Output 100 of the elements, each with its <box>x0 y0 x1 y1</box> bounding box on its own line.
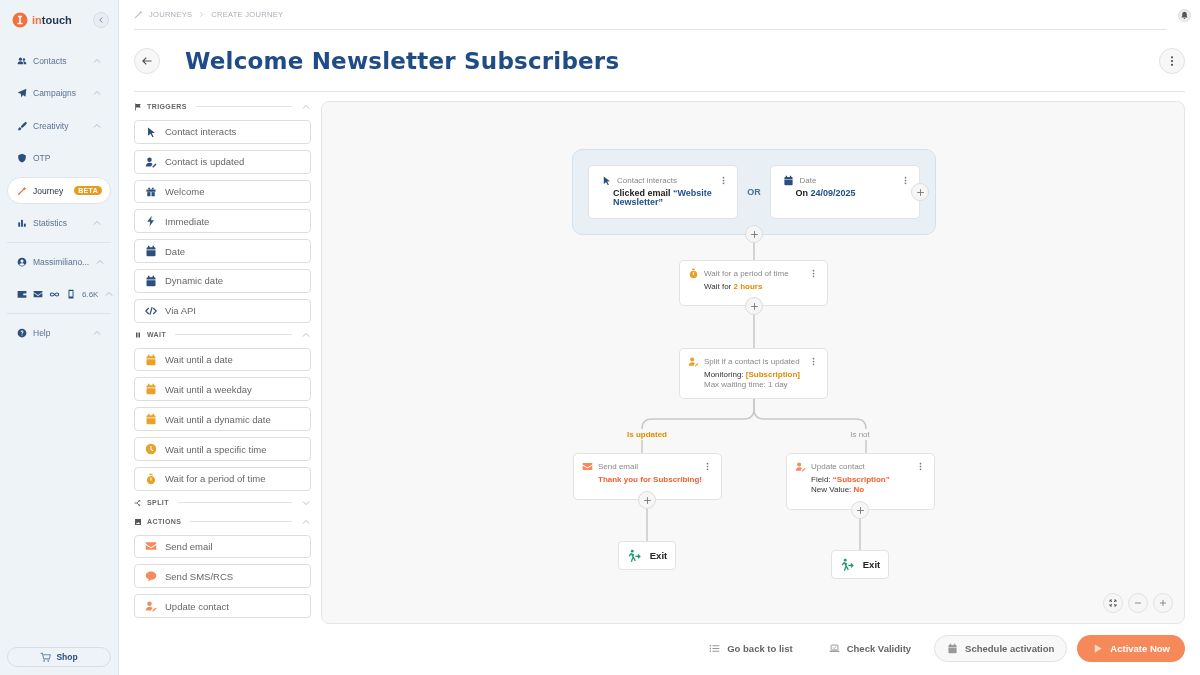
paper-plane-icon <box>17 88 27 98</box>
block-item[interactable]: Via API <box>134 298 311 323</box>
calendar-icon <box>145 413 157 426</box>
list-icon <box>709 642 721 654</box>
notifications-button[interactable] <box>1178 8 1191 22</box>
step-card[interactable]: Split if a contact is updated Monitoring: [Subscription] Max waiting time: 1 day <box>679 348 828 399</box>
plus-icon <box>749 229 759 239</box>
trigger-card[interactable]: Contact interacts Clicked email “Website Newsletter” <box>588 165 738 219</box>
person-pencil-icon <box>145 600 157 613</box>
block-item[interactable]: Wait until a weekday <box>134 377 311 402</box>
back-to-list-link[interactable]: Go back to list <box>696 634 806 662</box>
envelope-icon <box>582 461 593 472</box>
block-item[interactable]: Wait for a period of time <box>134 466 311 491</box>
exit-node[interactable]: Exit <box>618 541 676 570</box>
shop-button[interactable]: Shop <box>7 647 111 667</box>
pointer-icon <box>601 175 612 186</box>
expand-icon <box>1109 599 1117 607</box>
calendar-icon <box>783 175 795 186</box>
chevron-left-icon <box>97 16 105 24</box>
magic-wand-icon <box>134 10 143 19</box>
block-item[interactable]: Wait until a date <box>134 347 311 372</box>
chevron-right-icon <box>198 11 206 18</box>
plus-icon <box>1159 599 1167 607</box>
block-item[interactable]: Contact is updated <box>134 149 311 174</box>
node-label: Update contact <box>811 462 866 471</box>
bell-icon <box>1180 10 1189 20</box>
branch-label: Is not <box>848 429 872 440</box>
pause-icon <box>134 330 142 339</box>
node-label: Split if a contact is updated <box>704 357 801 366</box>
nav-item[interactable]: Statistics <box>7 209 111 237</box>
block-item[interactable]: Immediate <box>134 209 311 234</box>
nav-item[interactable]: Creativity <box>7 112 111 139</box>
node-label: Date <box>799 176 818 185</box>
stopwatch-icon <box>688 268 699 279</box>
node-detail: New Value: No <box>810 485 866 495</box>
or-label: OR <box>746 187 762 197</box>
person-pencil-icon <box>795 461 806 472</box>
check-validity-button[interactable]: Check Validity <box>815 634 925 662</box>
block-item[interactable]: Send email <box>134 534 311 559</box>
minus-icon <box>1134 599 1142 607</box>
node-detail: Thank you for Subscribing! <box>597 475 703 485</box>
block-item[interactable]: Wait until a dynamic date <box>134 407 311 432</box>
block-item[interactable]: Welcome <box>134 179 311 204</box>
wallet-icon <box>17 289 27 299</box>
play-icon <box>1092 642 1104 654</box>
step-card[interactable]: Send email Thank you for Subscribing! <box>573 453 722 500</box>
calendar-icon <box>947 642 959 654</box>
logo-mark-icon <box>12 12 28 28</box>
block-item[interactable]: Dynamic date <box>134 269 311 293</box>
schedule-button[interactable]: Schedule activation <box>934 634 1068 662</box>
block-item[interactable]: Contact interacts <box>134 119 311 144</box>
page-title: Welcome Newsletter Subscribers <box>185 47 621 74</box>
calendar-icon <box>145 274 157 287</box>
nav-item[interactable]: OTP <box>7 144 111 172</box>
brush-icon <box>17 120 27 131</box>
credits-item[interactable]: 6.6K <box>7 280 111 308</box>
trigger-card[interactable]: Date On 24/09/2025 <box>770 165 920 219</box>
help-item[interactable]: Help <box>7 319 111 346</box>
node-detail: Field: “Subscription” <box>810 475 891 485</box>
block-item[interactable]: Date <box>134 239 311 264</box>
calendar-icon <box>145 245 157 258</box>
picture-frame-icon <box>134 517 142 526</box>
shield-icon <box>17 153 27 163</box>
account-item[interactable]: Massimiliano... <box>7 248 111 275</box>
arrow-left-icon <box>141 54 153 67</box>
running-figure-icon <box>626 548 641 563</box>
person-pencil-icon <box>145 155 157 168</box>
block-item[interactable]: Update contact <box>134 594 311 619</box>
block-item[interactable]: Wait until a specific time <box>134 437 311 461</box>
nav-item[interactable]: Campaigns <box>7 79 111 107</box>
calendar-icon <box>145 383 157 396</box>
envelope-icon <box>145 540 157 553</box>
step-card[interactable]: Update contact Field: “Subscription” New Value: No <box>786 453 935 510</box>
app-logo: intouch <box>32 14 72 26</box>
plus-icon <box>855 505 865 515</box>
plus-icon <box>749 301 759 311</box>
pointer-icon <box>145 125 157 138</box>
help-icon <box>17 327 27 338</box>
exit-node[interactable]: Exit <box>831 550 889 579</box>
plus-icon <box>915 187 925 197</box>
lightning-icon <box>145 215 157 228</box>
magic-wand-icon <box>17 185 27 196</box>
back-button[interactable] <box>134 47 160 74</box>
block-item[interactable]: Send SMS/RCS <box>134 564 311 589</box>
gift-icon <box>145 185 157 198</box>
node-label: Contact interacts <box>617 176 679 185</box>
envelope-icon <box>33 289 43 299</box>
person-pencil-icon <box>688 356 699 367</box>
stopwatch-icon <box>145 472 157 485</box>
laptop-check-icon <box>828 642 840 654</box>
speech-bubble-icon <box>145 570 157 583</box>
code-icon <box>145 304 157 317</box>
node-label: Wait for a period of time <box>704 269 790 278</box>
node-detail: Clicked email “Website Newsletter” <box>612 189 713 208</box>
fit-view-button[interactable] <box>1103 593 1123 613</box>
flag-icon <box>134 102 142 111</box>
nav-item[interactable]: Contacts <box>7 47 111 74</box>
plus-icon <box>642 495 652 505</box>
step-card[interactable]: Wait for a period of time Wait for 2 hours <box>679 260 828 306</box>
node-detail: Wait for 2 hours <box>703 282 764 292</box>
